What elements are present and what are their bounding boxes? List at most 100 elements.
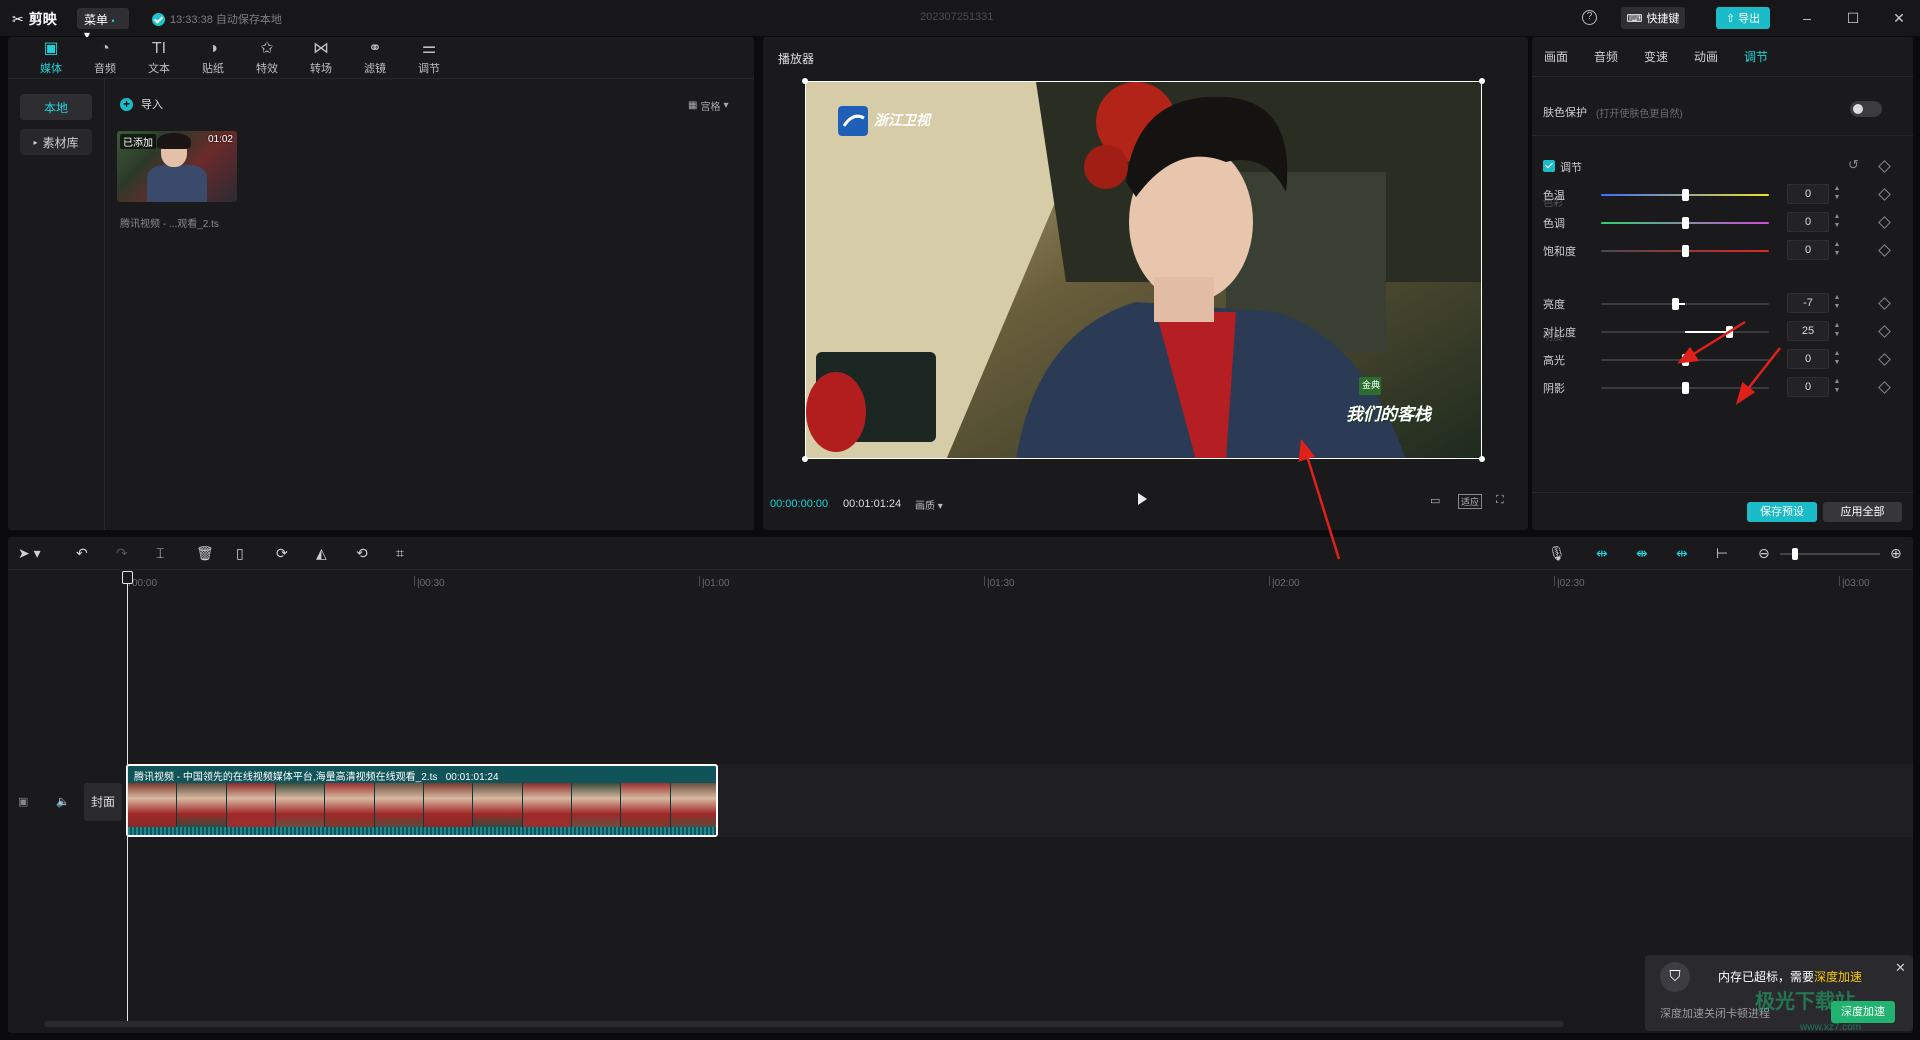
play-icon[interactable] <box>1138 493 1147 505</box>
tool-filter[interactable]: ⚭ 滤镜 <box>348 37 402 79</box>
tool-sticker[interactable]: ◑ 贴纸 <box>186 37 240 79</box>
adjust-slider[interactable] <box>1601 382 1769 394</box>
stepper-icon[interactable]: ▲ ▼ <box>1832 184 1842 204</box>
playhead[interactable] <box>127 571 128 1027</box>
stepper-icon[interactable]: ▲ ▼ <box>1832 349 1842 369</box>
timeline-scrollbar[interactable] <box>44 1021 1564 1027</box>
shortcut-button[interactable]: ⌨ 快捷键 <box>1621 7 1685 29</box>
tab-2[interactable]: 变速 <box>1644 37 1694 77</box>
video-clip[interactable]: 腾讯视频 - 中国领先的在线视频媒体平台,海量高清视频在线观看_2.ts 00:… <box>126 764 718 837</box>
playhead-handle[interactable] <box>122 571 133 584</box>
adjust-checkbox[interactable] <box>1543 160 1555 172</box>
split-icon[interactable]: ⌶ <box>156 545 164 561</box>
help-icon[interactable]: ? <box>1582 10 1597 25</box>
tool-transition[interactable]: ⋈ 转场 <box>294 37 348 79</box>
save-preset-button[interactable]: 保存预设 <box>1747 502 1817 522</box>
select-cursor-icon[interactable]: ➤ ▾ <box>18 545 41 561</box>
resize-handle[interactable] <box>802 456 808 462</box>
resize-handle[interactable] <box>1479 78 1485 84</box>
tab-0[interactable]: 画面 <box>1544 37 1594 77</box>
slider-knob[interactable] <box>1682 382 1689 394</box>
export-button[interactable]: ⇧ 导出 <box>1716 7 1770 29</box>
slider-knob[interactable] <box>1682 217 1689 229</box>
keyframe-diamond-icon[interactable] <box>1878 353 1891 366</box>
tool-adjust[interactable]: ⚌ 调节 <box>402 37 456 79</box>
adjust-value-input[interactable]: 0 <box>1787 240 1829 260</box>
adjust-slider[interactable] <box>1601 245 1769 257</box>
stepper-icon[interactable]: ▲ ▼ <box>1832 321 1842 341</box>
resize-handle[interactable] <box>802 78 808 84</box>
main-track-magnet-icon[interactable]: ⇹ <box>1596 545 1608 561</box>
tool-effects[interactable]: ✩ 特效 <box>240 37 294 79</box>
tool-text[interactable]: TI 文本 <box>132 37 186 79</box>
keyframe-diamond-icon[interactable] <box>1878 297 1891 310</box>
keyframe-diamond-icon[interactable] <box>1878 160 1891 173</box>
keyframe-diamond-icon[interactable] <box>1878 188 1891 201</box>
fullscreen-icon[interactable]: ⛶ <box>1496 494 1504 507</box>
reset-icon[interactable]: ↺ <box>1848 157 1859 173</box>
crop-icon[interactable]: ⌗ <box>396 545 404 561</box>
slider-knob[interactable] <box>1682 245 1689 257</box>
zoom-out-icon[interactable]: ⊖ <box>1758 545 1770 561</box>
track-mute-icon[interactable]: 🔈 <box>56 795 70 808</box>
keyframe-diamond-icon[interactable] <box>1878 244 1891 257</box>
skin-protect-toggle[interactable] <box>1850 101 1882 117</box>
view-mode-dropdown[interactable]: ▦ 宫格 ▾ <box>688 98 728 113</box>
tab-4[interactable]: 调节 <box>1744 37 1794 77</box>
preview-axis-icon[interactable]: ⊢ <box>1716 545 1728 561</box>
adjust-slider[interactable] <box>1601 354 1769 366</box>
adjust-slider[interactable] <box>1601 326 1769 338</box>
media-thumbnail[interactable]: 已添加 01:02 <box>117 131 237 202</box>
zoom-in-icon[interactable]: ⊕ <box>1890 545 1902 561</box>
adjust-value-input[interactable]: 25 <box>1787 321 1829 341</box>
adjust-slider[interactable] <box>1601 189 1769 201</box>
tool-audio[interactable]: ◔ 音频 <box>78 37 132 79</box>
close-icon[interactable]: ✕ <box>1889 8 1909 28</box>
freeze-icon[interactable]: ▯ <box>236 545 244 561</box>
video-preview[interactable]: 浙江卫视 金典 我们的客栈 <box>805 81 1482 459</box>
minimize-icon[interactable]: – <box>1797 8 1817 28</box>
slider-knob[interactable] <box>1682 189 1689 201</box>
stepper-icon[interactable]: ▲ ▼ <box>1832 212 1842 232</box>
library-tab[interactable]: ▸ 素材库 <box>20 129 92 155</box>
quality-dropdown[interactable]: 画质 ▾ <box>915 497 943 512</box>
adjust-value-input[interactable]: 0 <box>1787 212 1829 232</box>
reverse-icon[interactable]: ⟳ <box>276 545 288 561</box>
auto-snap-icon[interactable]: ⇼ <box>1636 545 1648 561</box>
adjust-value-input[interactable]: 0 <box>1787 349 1829 369</box>
tab-3[interactable]: 动画 <box>1694 37 1744 77</box>
mirror-icon[interactable]: ◭ <box>316 545 327 561</box>
adjust-value-input[interactable]: 0 <box>1787 377 1829 397</box>
keyframe-diamond-icon[interactable] <box>1878 216 1891 229</box>
link-icon[interactable]: ⇹ <box>1676 545 1688 561</box>
slider-knob[interactable] <box>1725 326 1733 338</box>
stepper-icon[interactable]: ▲ ▼ <box>1832 293 1842 313</box>
track-lock-icon[interactable]: ▣ <box>18 795 28 808</box>
menu-button[interactable]: 菜单 • ▾ <box>77 8 129 42</box>
zoom-knob[interactable] <box>1792 548 1798 560</box>
delete-icon[interactable]: 🗑 <box>196 545 214 561</box>
undo-icon[interactable]: ↶ <box>76 545 88 561</box>
tab-1[interactable]: 音频 <box>1594 37 1644 77</box>
close-icon[interactable]: ✕ <box>1895 960 1906 976</box>
adjust-value-input[interactable]: -7 <box>1787 293 1829 313</box>
maximize-icon[interactable]: ☐ <box>1843 8 1863 28</box>
keyframe-diamond-icon[interactable] <box>1878 325 1891 338</box>
resize-handle[interactable] <box>1479 456 1485 462</box>
adjust-slider[interactable] <box>1601 298 1769 310</box>
stepper-icon[interactable]: ▲ ▼ <box>1832 377 1842 397</box>
apply-all-button[interactable]: 应用全部 <box>1823 502 1902 522</box>
tool-media[interactable]: ▣ 媒体 <box>24 37 78 79</box>
keyframe-diamond-icon[interactable] <box>1878 381 1891 394</box>
cover-button[interactable]: 封面 <box>84 783 122 821</box>
time-ruler[interactable]: 00:00 |00:30 |01:00 |01:30 |02:00 |02:30 |03:0… <box>8 570 1913 592</box>
slider-knob[interactable] <box>1671 298 1679 310</box>
zoom-slider[interactable] <box>1780 548 1880 560</box>
ratio-button[interactable]: 适应 <box>1458 494 1483 509</box>
waveform-toggle-icon[interactable]: ▭ <box>1430 494 1440 507</box>
local-tab[interactable]: 本地 <box>20 94 92 120</box>
microphone-icon[interactable]: 🎙 <box>1548 545 1566 561</box>
rotate-icon[interactable]: ⟲ <box>356 545 368 561</box>
adjust-value-input[interactable]: 0 <box>1787 184 1829 204</box>
stepper-icon[interactable]: ▲ ▼ <box>1832 240 1842 260</box>
